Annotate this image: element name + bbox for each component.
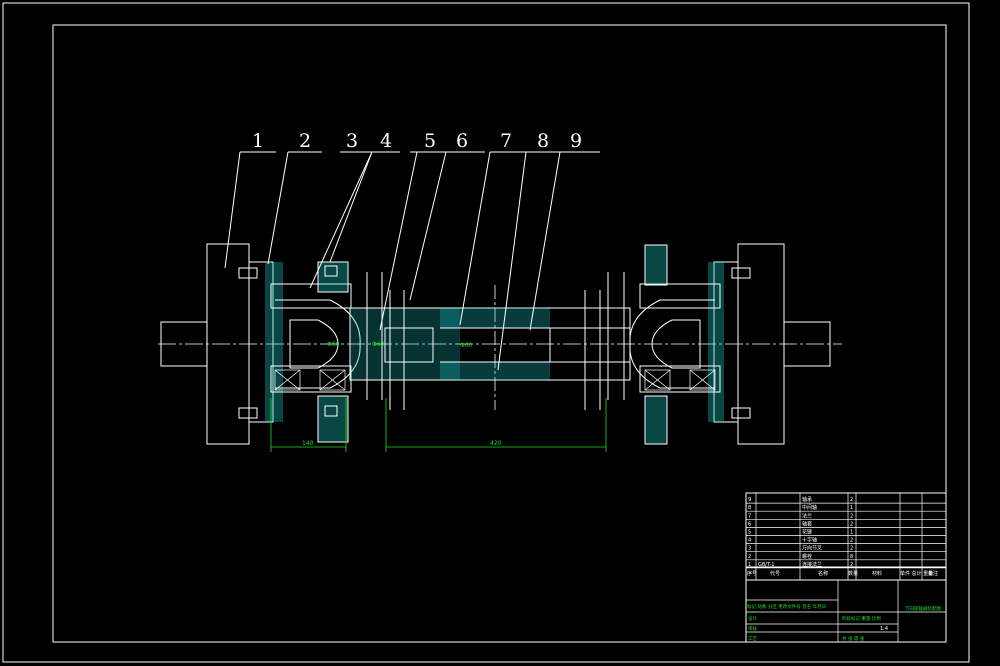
cad-drawing: 1 2 3 4 5 6 7 8 9 140 420 Φ60 Φ60 Φ60 9 轴… [2,2,970,663]
bom-cell-no: 3 [748,546,751,552]
header-remark: 备注 [928,570,938,577]
header-material: 材料 [872,570,882,577]
balloon-8: 8 [537,130,549,152]
balloon-9: 9 [570,130,582,152]
sign-row-1: 设计 [748,615,757,622]
bom-cell-name: 轴承 [802,496,812,503]
dim-phi-1: Φ60 [327,341,340,348]
balloon-6: 6 [456,130,468,152]
drawing-title: 万向联轴器装配图 [905,605,941,612]
bom-cell-qty: 2 [850,562,853,568]
bom-cell-name: 连接法兰 [802,561,822,568]
bom-cell-qty: 1 [850,505,853,511]
dim-left-span: 140 [302,440,314,447]
dim-phi-3: Φ60 [460,342,473,349]
bom-cell-name: 轴套 [802,520,812,527]
bom-cell-name: 花键 [802,529,812,536]
middle-shaft [349,272,631,410]
bom-cell-qty: 2 [850,497,853,503]
balloon-4: 4 [380,130,392,152]
scale-value: 1:4 [880,626,888,632]
sheet-number: 共 张 第 张 [842,635,865,642]
bom-cell-no: 8 [748,505,751,511]
bom-cell-qty: 2 [850,513,853,519]
header-no: 序号 [747,570,757,577]
scale-label: 阶段标记 重量 比例 [842,615,881,622]
header-qty: 数量 [848,570,858,577]
sign-row-2: 审核 [748,625,757,632]
bom-cell-qty: 1 [850,530,853,536]
bom-cell-qty: 2 [850,538,853,544]
sign-row-0: 标记 处数 分区 更改文件号 签名 年月日 [747,603,826,610]
title-block: 9 轴承 2 8 中间轴 1 7 法兰 2 6 轴套 2 5 花键 1 4 十字轴 2 3 万向节叉 2 2 螺栓 8 1 GB/… [745,492,947,643]
bom-cell-no: 2 [748,554,751,560]
bom-cell-no: 1 [748,562,751,568]
bom-cell-code: GB/T-1 [758,562,775,568]
bom-cell-qty: 8 [850,554,853,560]
bom-cell-name: 中间轴 [802,504,817,511]
bom-cell-no: 4 [748,538,751,544]
bom-cell-no: 7 [748,513,751,519]
sign-row-3: 工艺 [748,636,757,642]
bom-cell-qty: 2 [850,521,853,527]
balloon-3: 3 [346,130,358,152]
bom-cell-name: 法兰 [802,512,812,519]
dim-middle-span: 420 [490,440,502,447]
bom-cell-no: 6 [748,521,751,527]
balloon-1: 1 [252,130,264,152]
bom-cell-no: 5 [748,530,751,536]
bom-cell-name: 十字轴 [802,537,817,544]
bom-cell-name: 万向节叉 [802,545,822,552]
balloon-7: 7 [500,130,512,152]
bom-cell-qty: 2 [850,546,853,552]
dim-phi-2: Φ60 [372,341,385,348]
bom-cell-no: 9 [748,497,751,503]
bom-cell-name: 螺栓 [802,553,812,560]
balloon-2: 2 [299,130,311,152]
header-name: 名称 [818,570,828,577]
outer-frame [2,2,970,663]
header-code: 代号 [770,570,780,577]
balloon-5: 5 [424,130,436,152]
